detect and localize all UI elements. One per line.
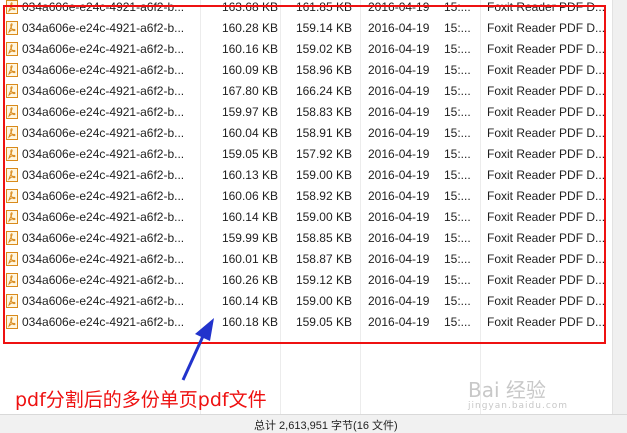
annotation-caption: pdf分割后的多份单页pdf文件	[15, 389, 267, 411]
vertical-scrollbar[interactable]	[612, 0, 627, 414]
watermark: Bai 经验 jingyan.baidu.com	[468, 374, 568, 411]
watermark-url: jingyan.baidu.com	[468, 401, 569, 411]
status-summary: 总计 2,613,951 字节(16 文件)	[254, 420, 398, 432]
highlight-box	[3, 5, 606, 344]
status-bar: 总计 2,613,951 字节(16 文件)	[0, 414, 627, 433]
watermark-logo: Bai 经验	[468, 378, 546, 402]
